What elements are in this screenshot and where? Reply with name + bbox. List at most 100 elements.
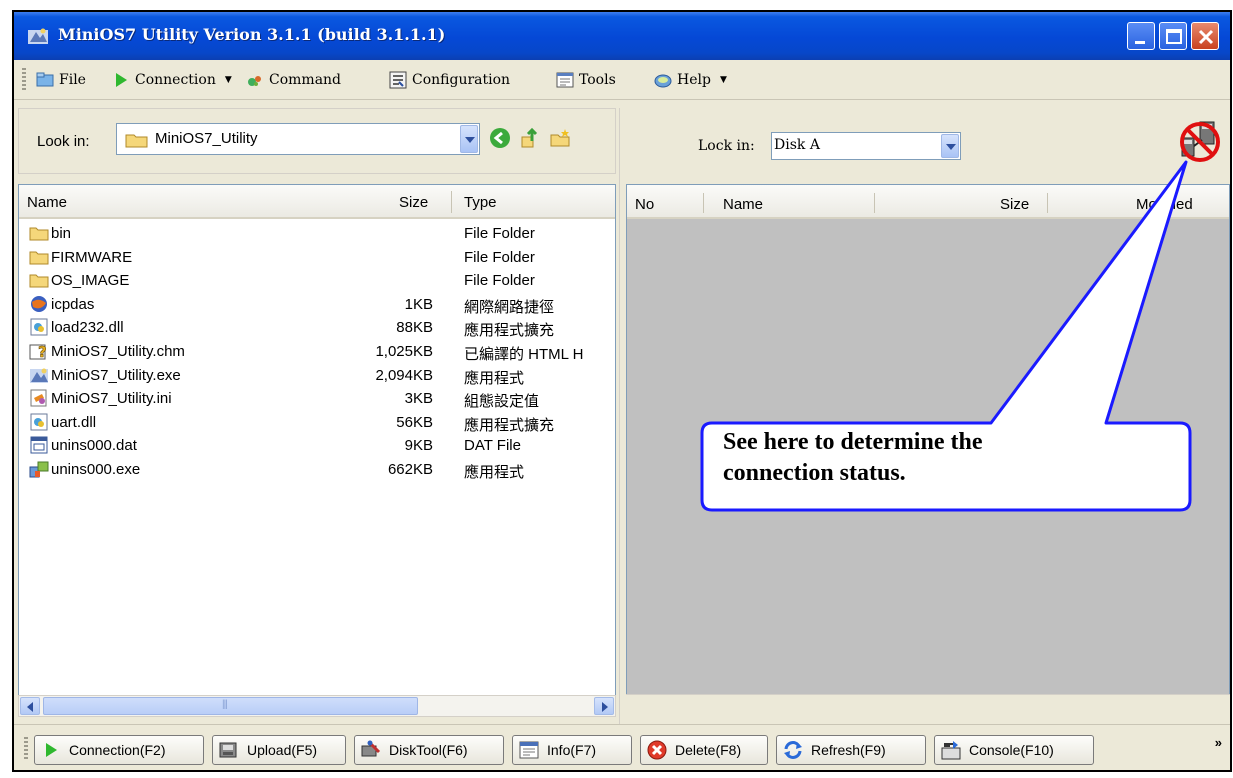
column-header-type[interactable]: Type (464, 194, 497, 211)
info-button[interactable]: Info(F7) (512, 735, 632, 765)
right-look-in-bar: Lock in: Disk A (626, 108, 1230, 174)
chevron-down-icon[interactable] (460, 125, 478, 153)
minimize-button[interactable] (1127, 22, 1155, 50)
column-separator (874, 193, 875, 213)
file-size: 662KB (387, 460, 433, 478)
minimize-icon (1135, 41, 1145, 44)
file-type: 已編譯的 HTML H (464, 345, 584, 363)
configuration-icon (389, 71, 407, 89)
scroll-left-icon[interactable] (20, 697, 40, 715)
column-separator (1047, 193, 1048, 213)
app-icon (30, 368, 48, 383)
menu-help[interactable]: Help ▼ (654, 69, 727, 91)
file-type: 應用程式擴充 (464, 416, 555, 434)
maximize-button[interactable] (1159, 22, 1187, 50)
disktool-button-label: DiskTool(F6) (389, 742, 468, 758)
console-button[interactable]: Console(F10) (934, 735, 1094, 765)
file-name: MiniOS7_Utility.chm (51, 342, 185, 360)
column-header-size[interactable]: Size (399, 194, 428, 211)
up-folder-icon[interactable] (519, 127, 541, 149)
horizontal-scrollbar[interactable] (18, 695, 616, 717)
file-row-dat[interactable]: unins000.dat 9KB DAT File (19, 435, 615, 459)
file-size: 9KB (404, 437, 433, 455)
file-row-chm[interactable]: ? MiniOS7_Utility.chm 1,025KB 已編譯的 HTML … (19, 341, 615, 365)
column-header-name[interactable]: Name (723, 196, 763, 213)
left-look-in-bar: Look in: MiniOS7_Utility (18, 108, 616, 174)
help-file-icon: ? (29, 343, 47, 360)
callout-line-2: connection status. (723, 460, 906, 486)
file-list-header: Name Size Type (19, 185, 615, 219)
back-icon[interactable] (489, 127, 511, 149)
file-size: 88KB (396, 319, 433, 337)
file-row-firmware[interactable]: FIRMWARE File Folder (19, 247, 615, 271)
file-size: 1,025KB (375, 342, 433, 360)
right-status-bar (626, 694, 1230, 724)
refresh-button-label: Refresh(F9) (811, 742, 886, 758)
play-arrow-icon (116, 73, 127, 87)
chevron-down-icon: ▼ (224, 75, 232, 85)
column-header-name[interactable]: Name (27, 194, 67, 211)
menu-configuration[interactable]: Configuration (389, 69, 510, 91)
look-in-dropdown[interactable]: MiniOS7_Utility (116, 123, 480, 155)
menu-connection[interactable]: Connection ▼ (112, 69, 232, 91)
file-name: bin (51, 225, 72, 242)
title-bar[interactable]: MiniOS7 Utility Verion 3.1.1 (build 3.1.… (14, 12, 1230, 60)
column-header-modified[interactable]: Modified (1136, 196, 1193, 213)
scrollbar-thumb[interactable] (43, 697, 418, 715)
file-type: File Folder (464, 225, 535, 242)
disktool-button[interactable]: DiskTool(F6) (354, 735, 504, 765)
toolbar-grip[interactable] (24, 737, 28, 761)
folder-icon (36, 72, 54, 87)
scroll-right-icon[interactable] (594, 697, 614, 715)
file-row-unins-exe[interactable]: unins000.exe 662KB 應用程式 (19, 459, 615, 483)
menu-tools[interactable]: Tools (556, 69, 616, 91)
chevron-down-icon[interactable] (941, 134, 959, 158)
left-file-list[interactable]: Name Size Type bin File Folder FIRMWARE … (18, 184, 616, 714)
file-row-exe[interactable]: MiniOS7_Utility.exe 2,094KB 應用程式 (19, 365, 615, 389)
menu-command[interactable]: Command (246, 69, 341, 91)
look-in-value: MiniOS7_Utility (155, 130, 258, 147)
toolbar-grip[interactable] (22, 68, 26, 92)
folder-icon (29, 227, 49, 241)
menu-bar: File Connection ▼ Command Configuration … (14, 60, 1230, 100)
tools-icon (556, 72, 574, 88)
delete-button[interactable]: Delete(F8) (640, 735, 768, 765)
file-row-icpdas[interactable]: icpdas 1KB 網際網路捷徑 (19, 294, 615, 318)
refresh-icon (784, 741, 802, 759)
refresh-button[interactable]: Refresh(F9) (776, 735, 926, 765)
dll-icon (30, 413, 48, 431)
file-name: FIRMWARE (51, 248, 133, 266)
toolbar-overflow-chevron[interactable]: » (1215, 735, 1222, 750)
upload-button[interactable]: Upload(F5) (212, 735, 346, 765)
file-type: 應用程式擴充 (464, 322, 555, 340)
file-row-os-image[interactable]: OS_IMAGE File Folder (19, 270, 615, 294)
help-icon (654, 74, 672, 88)
file-rows: bin File Folder FIRMWARE File Folder OS_… (19, 223, 615, 483)
new-folder-icon[interactable] (549, 127, 571, 149)
upload-icon (219, 742, 237, 758)
folder-icon (29, 274, 49, 288)
file-name: unins000.dat (51, 437, 137, 455)
lock-in-label: Lock in: (698, 138, 755, 154)
pane-splitter[interactable] (619, 108, 623, 748)
connection-button[interactable]: Connection(F2) (34, 735, 204, 765)
column-header-size[interactable]: Size (1000, 196, 1029, 213)
file-row-load232[interactable]: load232.dll 88KB 應用程式擴充 (19, 317, 615, 341)
file-type: 應用程式 (464, 369, 525, 387)
column-header-no[interactable]: No (635, 196, 654, 213)
console-icon (941, 741, 961, 760)
disk-value: Disk A (774, 137, 820, 153)
file-row-ini[interactable]: MiniOS7_Utility.ini 3KB 組態設定值 (19, 388, 615, 412)
disk-dropdown[interactable]: Disk A (771, 132, 961, 160)
file-name: icpdas (51, 295, 95, 313)
column-separator (451, 191, 452, 213)
file-type: File Folder (464, 248, 535, 266)
file-row-bin[interactable]: bin File Folder (19, 223, 615, 247)
file-name: load232.dll (51, 319, 124, 337)
disconnected-icon[interactable] (1176, 116, 1224, 168)
play-arrow-icon (46, 743, 57, 757)
close-button[interactable] (1191, 22, 1219, 50)
disktool-icon (361, 740, 381, 757)
menu-file[interactable]: File (36, 69, 86, 91)
file-row-uart[interactable]: uart.dll 56KB 應用程式擴充 (19, 412, 615, 436)
